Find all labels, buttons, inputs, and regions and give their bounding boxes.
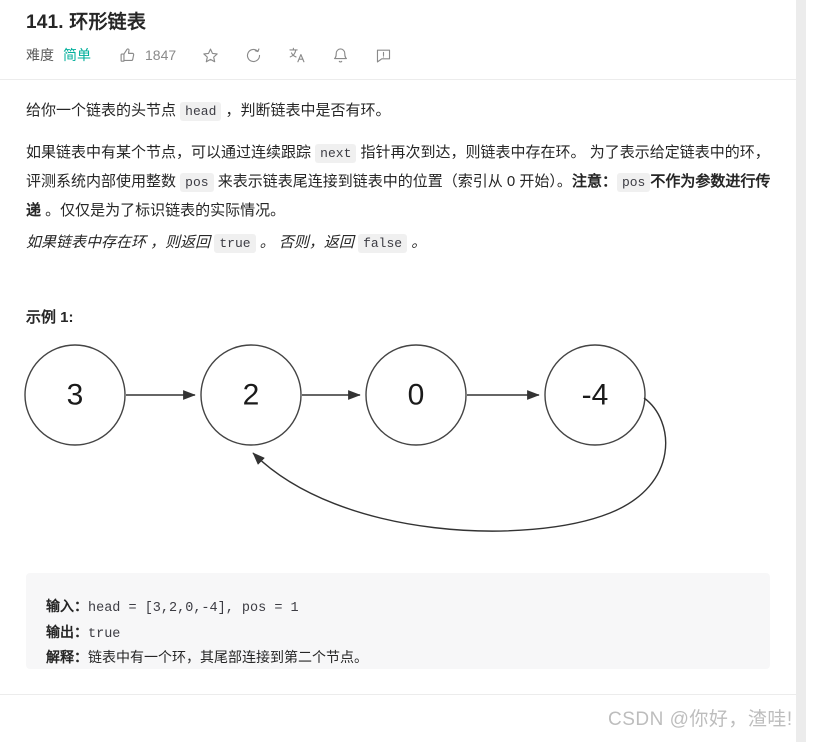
diagram-node-label: 3 [67,379,84,412]
vertical-scrollbar[interactable] [796,0,806,742]
example-output-line: 输出：true [46,621,120,646]
p3-text-c: 。 [407,234,427,251]
linked-list-diagram: 3 2 0 -4 [10,335,730,570]
diagram-node-label: -4 [582,379,609,412]
inline-code-pos-2: pos [616,173,651,192]
bell-icon[interactable] [332,47,349,64]
bottom-toolbar: 题目列表 随机一题 上一题 下一题 [0,695,806,742]
example-explanation-label: 解释： [46,649,88,665]
difficulty-label: 难度 [26,47,54,63]
inline-code-true: true [214,234,256,253]
example-input-line: 输入：head = [3,2,0,-4], pos = 1 [46,595,299,620]
p2-note-label: 注意： [571,173,617,190]
p2-text-c: 来表示链表尾连接到链表中的位置（索引从 0 开始）。 [213,173,572,190]
diagram-node-label: 0 [408,379,425,412]
p2-text-d: 。仅仅是为了标识链表的实际情况。 [45,202,286,219]
description-paragraph-3: 如果链表中存在环 ，则返回 true 。 否则，返回 false 。 [26,229,766,258]
inline-code-pos-1: pos [180,173,214,192]
inline-code-next: next [315,144,357,163]
inline-code-false: false [358,234,408,253]
example-explanation-value: 链表中有一个环，其尾部连接到第二个节点。 [88,649,368,665]
example-explanation-line: 解释：链表中有一个环，其尾部连接到第二个节点。 [46,646,368,668]
example-output-label: 输出： [46,624,88,640]
p1-text-b: ，判断链表中是否有环。 [221,102,391,119]
diagram-node-label: 2 [243,379,260,412]
header-divider [0,79,806,80]
p2-text-a: 如果链表中有某个节点，可以通过连续跟踪 [26,144,316,161]
share-icon[interactable] [245,47,262,64]
thumbs-up-icon[interactable]: 1847 [119,47,176,64]
difficulty-value: 简单 [63,47,91,63]
problem-meta-row: 难度 简单 1847 [26,42,418,68]
star-icon[interactable] [202,47,219,64]
p3-text-a: 如果链表中存在环 ，则返回 [26,234,215,251]
page-title: 141. 环形链表 [26,12,147,33]
like-count: 1847 [145,47,177,63]
example-output-value: true [88,627,121,642]
feedback-icon[interactable] [375,47,392,64]
description-paragraph-2: 如果链表中有某个节点，可以通过连续跟踪 next 指针再次到达，则链表中存在环。… [26,139,778,225]
example-block: 输入：head = [3,2,0,-4], pos = 1 输出：true 解释… [26,573,770,669]
inline-code-head: head [180,102,222,121]
p1-text-a: 给你一个链表的头节点 [26,102,181,119]
example-heading: 示例 1: [26,309,74,326]
example-input-label: 输入： [46,598,88,614]
example-input-value: head = [3,2,0,-4], pos = 1 [88,601,299,616]
problem-page: 141. 环形链表 难度 简单 1847 给你一个链表的头节点 head ，判断… [0,0,806,742]
p3-text-b: 。 否则，返回 [255,234,359,251]
description-paragraph-1: 给你一个链表的头节点 head ，判断链表中是否有环。 [26,97,766,126]
translate-icon[interactable] [288,46,306,64]
